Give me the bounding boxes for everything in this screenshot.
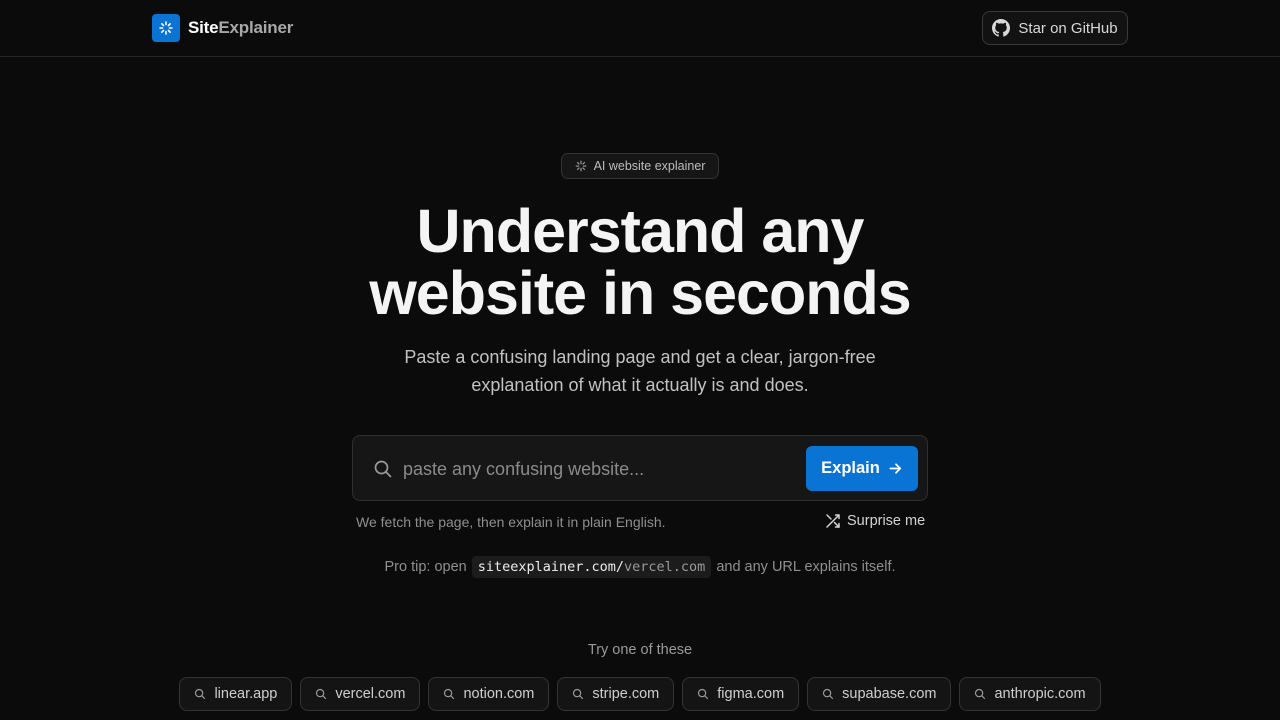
- search-icon: [975, 688, 986, 700]
- explain-button-label: Explain: [821, 459, 880, 477]
- hero-badge: AI website explainer: [561, 153, 719, 179]
- url-input[interactable]: [403, 454, 793, 484]
- hero-title: Understand any website in seconds: [240, 200, 1040, 324]
- search-helper-text: We fetch the page, then explain it in pl…: [356, 514, 666, 530]
- suggestion-chip[interactable]: supabase.com: [807, 677, 952, 711]
- surprise-me-label: Surprise me: [847, 513, 926, 529]
- suggestion-chip[interactable]: figma.com: [682, 677, 800, 711]
- top-navigation-bar: SiteExplainer Star on GitHub: [0, 0, 1280, 57]
- sparkle-icon: [575, 160, 586, 172]
- github-button-label: Star on GitHub: [1018, 19, 1118, 37]
- pro-tip-prefix: Pro tip: open: [384, 559, 467, 575]
- suggestion-chip[interactable]: vercel.com: [300, 677, 421, 711]
- brand[interactable]: SiteExplainer: [152, 14, 293, 42]
- pro-tip-code: siteexplainer.com/vercel.com: [471, 556, 712, 578]
- search-icon: [444, 688, 455, 700]
- suggestion-chip-label: anthropic.com: [994, 686, 1086, 702]
- suggestion-chip-label: supabase.com: [842, 686, 937, 702]
- suggestion-chip-label: linear.app: [214, 686, 278, 702]
- search-icon: [195, 688, 206, 700]
- arrow-right-icon: [889, 463, 901, 474]
- suggestion-chip-label: notion.com: [463, 686, 535, 702]
- explain-button[interactable]: Explain: [806, 446, 918, 491]
- brand-name: SiteExplainer: [188, 18, 293, 38]
- pro-tip: Pro tip: open siteexplainer.com/vercel.c…: [0, 556, 1280, 578]
- suggestion-chip[interactable]: anthropic.com: [959, 677, 1101, 711]
- hero-subtitle-line-2: explanation of what it actually is and d…: [471, 375, 809, 395]
- url-search-form: Explain: [352, 435, 928, 501]
- suggestion-chip[interactable]: linear.app: [179, 677, 293, 711]
- search-icon: [573, 688, 584, 700]
- github-icon: [992, 19, 1011, 37]
- suggestion-chip[interactable]: notion.com: [428, 677, 550, 711]
- hero-subtitle-line-1: Paste a confusing landing page and get a…: [404, 347, 876, 367]
- pro-tip-code-path: vercel.com: [624, 559, 706, 575]
- search-icon: [373, 459, 393, 479]
- hero-subtitle: Paste a confusing landing page and get a…: [340, 343, 940, 399]
- surprise-me-button[interactable]: Surprise me: [825, 513, 925, 529]
- suggestion-chip[interactable]: stripe.com: [557, 677, 675, 711]
- pro-tip-suffix: and any URL explains itself.: [716, 559, 896, 575]
- hero-title-line-1: Understand any: [416, 197, 865, 265]
- search-icon: [316, 688, 327, 700]
- suggestion-chip-label: vercel.com: [335, 686, 406, 702]
- suggestion-chips: linear.app vercel.com notion.com stripe.…: [0, 677, 1280, 711]
- search-icon: [823, 688, 834, 700]
- hero-title-line-2: website in seconds: [369, 259, 911, 327]
- search-icon: [698, 688, 709, 700]
- brand-name-strong: Site: [188, 18, 219, 37]
- suggestions-label: Try one of these: [587, 642, 693, 658]
- brand-name-light: Explainer: [218, 18, 294, 37]
- suggestion-chip-label: figma.com: [717, 686, 785, 702]
- pro-tip-code-base: siteexplainer.com/: [477, 559, 625, 575]
- hero-badge-label: AI website explainer: [593, 159, 706, 173]
- suggestion-chip-label: stripe.com: [592, 686, 660, 702]
- page: SiteExplainer Star on GitHub AI website …: [0, 0, 1280, 720]
- shuffle-icon: [826, 514, 840, 528]
- star-on-github-button[interactable]: Star on GitHub: [982, 11, 1128, 45]
- brand-logo-icon: [152, 14, 180, 42]
